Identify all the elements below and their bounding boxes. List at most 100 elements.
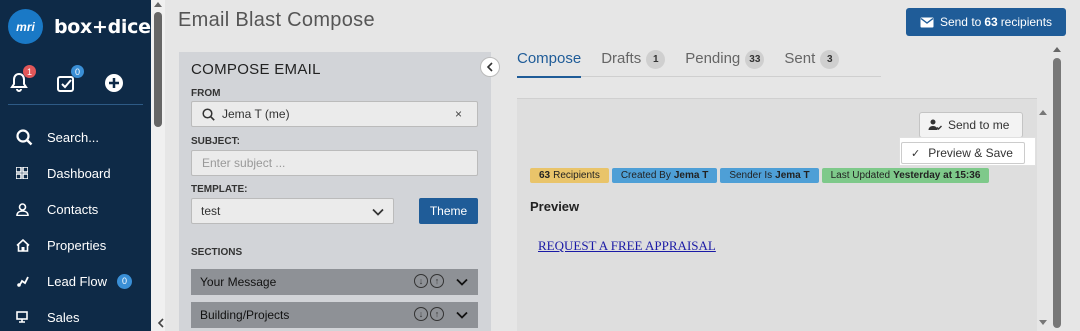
scroll-down-arrow-icon[interactable] xyxy=(1039,320,1047,325)
sales-icon xyxy=(16,311,38,323)
sidebar-item-properties[interactable]: Properties xyxy=(0,227,151,263)
section-building-projects[interactable]: Building/Projects ↓ ↑ xyxy=(191,302,478,328)
scrollbar-thumb[interactable] xyxy=(1053,58,1061,328)
sidebar-item-label: Properties xyxy=(47,237,107,253)
preview-save-highlight: ✓ Preview & Save xyxy=(899,137,1036,166)
send-button-suffix: recipients xyxy=(1000,15,1053,29)
tab-label: Pending xyxy=(685,50,741,67)
clear-icon[interactable]: × xyxy=(455,107,462,121)
move-up-icon[interactable]: ↑ xyxy=(430,274,444,288)
section-label: Your Message xyxy=(200,275,277,289)
move-down-icon[interactable]: ↓ xyxy=(414,274,428,288)
scroll-up-arrow-icon[interactable] xyxy=(154,2,162,7)
main-content: Email Blast Compose Send to 63 recipient… xyxy=(165,0,1080,331)
info-badges: 63 Recipients Created By Jema T Sender I… xyxy=(530,168,992,183)
subject-label: SUBJECT: xyxy=(191,136,240,147)
tab-pending[interactable]: Pending 33 xyxy=(685,50,765,77)
chevron-left-icon xyxy=(486,62,493,72)
from-field[interactable]: Jema T (me) × xyxy=(191,101,478,127)
compose-panel: COMPOSE EMAIL FROM Jema T (me) × SUBJECT… xyxy=(179,52,491,331)
last-updated-value: Yesterday at 15:36 xyxy=(893,170,981,181)
chevron-down-icon[interactable] xyxy=(456,278,468,286)
created-by-value: Jema T xyxy=(673,170,709,181)
compose-title: COMPOSE EMAIL xyxy=(191,61,321,78)
tab-drafts[interactable]: Drafts 1 xyxy=(601,50,666,77)
sidebar-item-lead-flow[interactable]: Lead Flow 0 xyxy=(0,263,151,299)
from-label: FROM xyxy=(191,88,221,99)
tab-compose[interactable]: Compose xyxy=(517,50,582,78)
scroll-up-arrow-icon[interactable] xyxy=(1039,110,1047,115)
subject-input[interactable]: Enter subject ... xyxy=(191,150,478,176)
lead-flow-icon xyxy=(16,275,38,288)
tab-label: Sent xyxy=(784,50,816,67)
last-updated-label: Last Updated xyxy=(830,170,891,181)
envelope-icon xyxy=(920,17,934,27)
recipients-count: 63 xyxy=(539,170,551,181)
sidebar-item-sales[interactable]: Sales xyxy=(0,299,151,331)
section-controls: ↓ ↑ xyxy=(414,274,468,288)
template-select[interactable]: test xyxy=(191,198,394,224)
tab-count-badge: 1 xyxy=(646,50,666,69)
plus-circle-icon xyxy=(105,74,123,92)
page-title: Email Blast Compose xyxy=(178,9,375,31)
tasks-button[interactable]: 0 xyxy=(56,65,84,95)
check-icon: ✓ xyxy=(911,147,921,160)
sidebar-item-dashboard[interactable]: Dashboard xyxy=(0,155,151,191)
theme-button[interactable]: Theme xyxy=(419,198,478,224)
sidebar-item-label: Search... xyxy=(47,129,100,145)
scrollbar-thumb[interactable] xyxy=(154,12,162,127)
user-check-icon xyxy=(928,119,942,130)
recipients-label: Recipients xyxy=(553,170,600,181)
tab-label: Compose xyxy=(517,50,582,67)
sender-label: Sender Is xyxy=(729,170,773,181)
home-icon xyxy=(16,238,38,252)
template-label: TEMPLATE: xyxy=(191,184,248,195)
scroll-up-arrow-icon[interactable] xyxy=(1053,47,1061,52)
brand-logo[interactable]: mri box+dice xyxy=(8,9,151,44)
main-scrollbar[interactable] xyxy=(1051,47,1063,331)
tab-sent[interactable]: Sent 3 xyxy=(784,50,840,77)
sections-label: SECTIONS xyxy=(191,247,243,258)
sidebar-item-contacts[interactable]: Contacts xyxy=(0,191,151,227)
sidebar-quick-actions: 1 0 xyxy=(10,64,145,102)
user-icon xyxy=(16,202,38,216)
preview-scrollbar[interactable] xyxy=(1038,110,1048,331)
brand-name: box+dice xyxy=(54,15,151,38)
last-updated-badge: Last Updated Yesterday at 15:36 xyxy=(821,168,990,183)
sidebar-scrollbar[interactable] xyxy=(151,0,165,331)
send-to-me-button[interactable]: Send to me xyxy=(919,112,1023,138)
preview-save-label: Preview & Save xyxy=(928,146,1013,160)
chevron-down-icon[interactable] xyxy=(456,311,468,319)
template-value: test xyxy=(201,204,221,218)
move-down-icon[interactable]: ↓ xyxy=(414,307,428,321)
section-your-message[interactable]: Your Message ↓ ↑ xyxy=(191,269,478,295)
chevron-left-icon xyxy=(157,318,164,328)
sidebar-item-search[interactable]: Search... xyxy=(0,119,151,155)
preview-save-button[interactable]: ✓ Preview & Save xyxy=(901,142,1025,164)
tab-count-badge: 33 xyxy=(745,50,765,69)
send-to-recipients-button[interactable]: Send to 63 recipients xyxy=(906,8,1066,36)
preview-heading: Preview xyxy=(530,199,580,214)
add-button[interactable] xyxy=(104,71,124,95)
lead-flow-count-badge: 0 xyxy=(116,273,132,289)
sidebar-divider xyxy=(8,104,143,105)
preview-card: Send to me ✓ Preview & Save 63 Recipient… xyxy=(517,98,1037,331)
send-button-count: 63 xyxy=(984,15,998,29)
chevron-down-icon xyxy=(372,208,384,216)
sidebar-item-label: Dashboard xyxy=(47,165,111,181)
send-button-prefix: Send to xyxy=(939,15,982,29)
notifications-badge: 1 xyxy=(23,65,36,78)
sender-value: Jema T xyxy=(775,170,810,181)
sender-badge: Sender Is Jema T xyxy=(720,168,819,183)
collapse-panel-button[interactable] xyxy=(480,57,500,77)
dashboard-icon xyxy=(16,167,38,179)
move-up-icon[interactable]: ↑ xyxy=(430,307,444,321)
send-to-me-label: Send to me xyxy=(948,118,1010,132)
section-label: Building/Projects xyxy=(200,308,290,322)
notifications-button[interactable]: 1 xyxy=(10,65,36,95)
request-appraisal-link[interactable]: REQUEST A FREE APPRAISAL xyxy=(538,238,716,254)
sidebar-item-label: Sales xyxy=(47,309,80,325)
sidebar: mri box+dice 1 0 Search... Dashboard Con… xyxy=(0,0,151,331)
sidebar-item-label: Contacts xyxy=(47,201,99,217)
recipients-badge: 63 Recipients xyxy=(530,168,609,183)
